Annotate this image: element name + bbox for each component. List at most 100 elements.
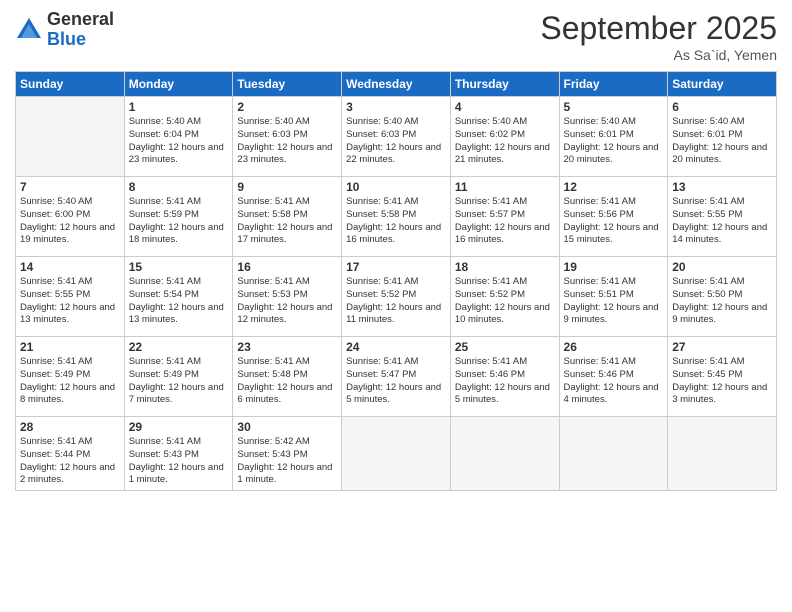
day-info: Sunrise: 5:41 AM Sunset: 5:55 PM Dayligh…	[672, 196, 772, 247]
day-info: Sunrise: 5:40 AM Sunset: 6:01 PM Dayligh…	[672, 116, 772, 167]
day-number: 28	[20, 420, 120, 434]
day-number: 3	[346, 100, 446, 114]
day-info: Sunrise: 5:40 AM Sunset: 6:02 PM Dayligh…	[455, 116, 555, 167]
day-cell	[450, 417, 559, 491]
day-number: 27	[672, 340, 772, 354]
col-wednesday: Wednesday	[342, 72, 451, 97]
day-cell: 1 Sunrise: 5:40 AM Sunset: 6:04 PM Daylig…	[124, 97, 233, 177]
day-number: 20	[672, 260, 772, 274]
calendar-subtitle: As Sa`id, Yemen	[540, 47, 777, 63]
header: General Blue September 2025 As Sa`id, Ye…	[15, 10, 777, 63]
day-cell: 28 Sunrise: 5:41 AM Sunset: 5:44 PM Dayli…	[16, 417, 125, 491]
day-number: 13	[672, 180, 772, 194]
day-number: 1	[129, 100, 229, 114]
day-cell	[16, 97, 125, 177]
day-info: Sunrise: 5:41 AM Sunset: 5:56 PM Dayligh…	[564, 196, 664, 247]
day-info: Sunrise: 5:40 AM Sunset: 6:01 PM Dayligh…	[564, 116, 664, 167]
day-cell	[559, 417, 668, 491]
day-number: 9	[237, 180, 337, 194]
logo-general-text: General	[47, 10, 114, 30]
day-info: Sunrise: 5:41 AM Sunset: 5:46 PM Dayligh…	[455, 356, 555, 407]
day-cell: 11 Sunrise: 5:41 AM Sunset: 5:57 PM Dayli…	[450, 177, 559, 257]
day-cell: 26 Sunrise: 5:41 AM Sunset: 5:46 PM Dayli…	[559, 337, 668, 417]
day-info: Sunrise: 5:41 AM Sunset: 5:46 PM Dayligh…	[564, 356, 664, 407]
day-number: 29	[129, 420, 229, 434]
day-info: Sunrise: 5:41 AM Sunset: 5:54 PM Dayligh…	[129, 276, 229, 327]
col-friday: Friday	[559, 72, 668, 97]
day-number: 21	[20, 340, 120, 354]
calendar-body: 1 Sunrise: 5:40 AM Sunset: 6:04 PM Daylig…	[16, 97, 777, 491]
day-cell: 17Sunrise: 5:41 AM Sunset: 5:52 PM Dayli…	[342, 257, 451, 337]
day-cell: 30Sunrise: 5:42 AM Sunset: 5:43 PM Dayli…	[233, 417, 342, 491]
day-info: Sunrise: 5:41 AM Sunset: 5:53 PM Dayligh…	[237, 276, 337, 327]
day-info: Sunrise: 5:41 AM Sunset: 5:58 PM Dayligh…	[237, 196, 337, 247]
day-info: Sunrise: 5:41 AM Sunset: 5:49 PM Dayligh…	[20, 356, 120, 407]
col-monday: Monday	[124, 72, 233, 97]
day-number: 25	[455, 340, 555, 354]
day-number: 10	[346, 180, 446, 194]
calendar-page: General Blue September 2025 As Sa`id, Ye…	[0, 0, 792, 612]
week-row-4: 21 Sunrise: 5:41 AM Sunset: 5:49 PM Dayli…	[16, 337, 777, 417]
day-number: 23	[237, 340, 337, 354]
week-row-2: 7 Sunrise: 5:40 AM Sunset: 6:00 PM Daylig…	[16, 177, 777, 257]
day-number: 11	[455, 180, 555, 194]
day-info: Sunrise: 5:42 AM Sunset: 5:43 PM Dayligh…	[237, 436, 337, 487]
logo-blue-text: Blue	[47, 30, 114, 50]
day-number: 18	[455, 260, 555, 274]
day-cell: 29Sunrise: 5:41 AM Sunset: 5:43 PM Dayli…	[124, 417, 233, 491]
day-info: Sunrise: 5:41 AM Sunset: 5:57 PM Dayligh…	[455, 196, 555, 247]
day-cell	[342, 417, 451, 491]
col-thursday: Thursday	[450, 72, 559, 97]
day-number: 8	[129, 180, 229, 194]
day-cell: 27Sunrise: 5:41 AM Sunset: 5:45 PM Dayli…	[668, 337, 777, 417]
day-number: 19	[564, 260, 664, 274]
header-row: Sunday Monday Tuesday Wednesday Thursday…	[16, 72, 777, 97]
week-row-3: 14Sunrise: 5:41 AM Sunset: 5:55 PM Dayli…	[16, 257, 777, 337]
day-number: 2	[237, 100, 337, 114]
day-cell: 15Sunrise: 5:41 AM Sunset: 5:54 PM Dayli…	[124, 257, 233, 337]
logo-icon	[15, 16, 43, 44]
day-info: Sunrise: 5:41 AM Sunset: 5:51 PM Dayligh…	[564, 276, 664, 327]
day-cell: 9 Sunrise: 5:41 AM Sunset: 5:58 PM Daylig…	[233, 177, 342, 257]
calendar-table: Sunday Monday Tuesday Wednesday Thursday…	[15, 71, 777, 491]
day-info: Sunrise: 5:41 AM Sunset: 5:52 PM Dayligh…	[455, 276, 555, 327]
day-cell: 3Sunrise: 5:40 AM Sunset: 6:03 PM Daylig…	[342, 97, 451, 177]
day-cell: 6 Sunrise: 5:40 AM Sunset: 6:01 PM Daylig…	[668, 97, 777, 177]
title-block: September 2025 As Sa`id, Yemen	[540, 10, 777, 63]
day-info: Sunrise: 5:41 AM Sunset: 5:44 PM Dayligh…	[20, 436, 120, 487]
day-info: Sunrise: 5:40 AM Sunset: 6:04 PM Dayligh…	[129, 116, 229, 167]
day-number: 5	[564, 100, 664, 114]
day-info: Sunrise: 5:41 AM Sunset: 5:55 PM Dayligh…	[20, 276, 120, 327]
week-row-5: 28 Sunrise: 5:41 AM Sunset: 5:44 PM Dayli…	[16, 417, 777, 491]
day-info: Sunrise: 5:41 AM Sunset: 5:49 PM Dayligh…	[129, 356, 229, 407]
calendar-header: Sunday Monday Tuesday Wednesday Thursday…	[16, 72, 777, 97]
day-cell: 16 Sunrise: 5:41 AM Sunset: 5:53 PM Dayli…	[233, 257, 342, 337]
day-cell: 21 Sunrise: 5:41 AM Sunset: 5:49 PM Dayli…	[16, 337, 125, 417]
day-info: Sunrise: 5:41 AM Sunset: 5:48 PM Dayligh…	[237, 356, 337, 407]
calendar-title: September 2025	[540, 10, 777, 47]
day-number: 22	[129, 340, 229, 354]
day-cell: 19 Sunrise: 5:41 AM Sunset: 5:51 PM Dayli…	[559, 257, 668, 337]
day-number: 24	[346, 340, 446, 354]
day-info: Sunrise: 5:40 AM Sunset: 6:03 PM Dayligh…	[237, 116, 337, 167]
day-number: 16	[237, 260, 337, 274]
day-number: 26	[564, 340, 664, 354]
day-number: 12	[564, 180, 664, 194]
day-cell: 24 Sunrise: 5:41 AM Sunset: 5:47 PM Dayli…	[342, 337, 451, 417]
day-cell: 12 Sunrise: 5:41 AM Sunset: 5:56 PM Dayli…	[559, 177, 668, 257]
day-cell: 2 Sunrise: 5:40 AM Sunset: 6:03 PM Daylig…	[233, 97, 342, 177]
day-number: 6	[672, 100, 772, 114]
day-number: 17	[346, 260, 446, 274]
day-cell: 22 Sunrise: 5:41 AM Sunset: 5:49 PM Dayli…	[124, 337, 233, 417]
day-info: Sunrise: 5:41 AM Sunset: 5:47 PM Dayligh…	[346, 356, 446, 407]
day-cell: 10 Sunrise: 5:41 AM Sunset: 5:58 PM Dayli…	[342, 177, 451, 257]
day-number: 4	[455, 100, 555, 114]
logo-text: General Blue	[47, 10, 114, 50]
day-cell	[668, 417, 777, 491]
day-cell: 7 Sunrise: 5:40 AM Sunset: 6:00 PM Daylig…	[16, 177, 125, 257]
day-info: Sunrise: 5:41 AM Sunset: 5:59 PM Dayligh…	[129, 196, 229, 247]
day-cell: 18 Sunrise: 5:41 AM Sunset: 5:52 PM Dayli…	[450, 257, 559, 337]
day-info: Sunrise: 5:40 AM Sunset: 6:00 PM Dayligh…	[20, 196, 120, 247]
day-info: Sunrise: 5:41 AM Sunset: 5:58 PM Dayligh…	[346, 196, 446, 247]
day-number: 7	[20, 180, 120, 194]
